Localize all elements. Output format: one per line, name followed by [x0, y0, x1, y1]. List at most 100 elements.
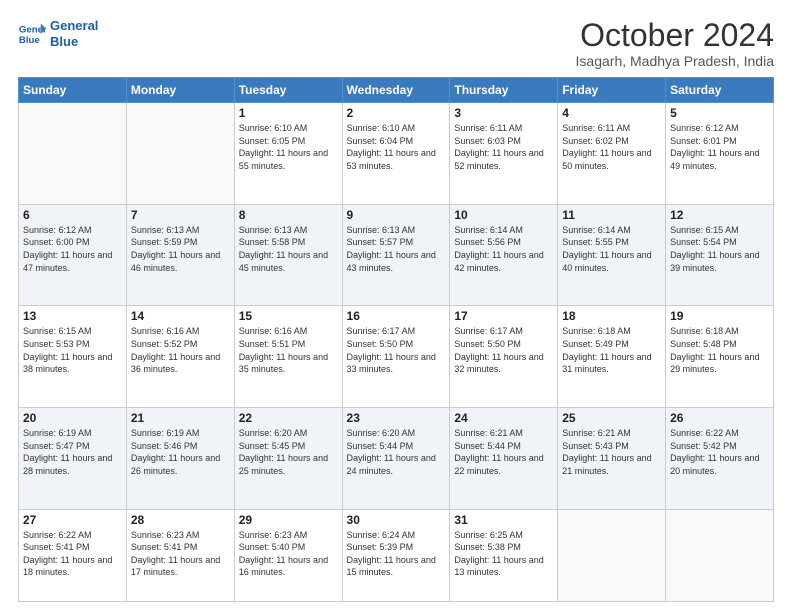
day-detail: Sunrise: 6:21 AMSunset: 5:43 PMDaylight:… — [562, 427, 661, 477]
day-detail: Sunrise: 6:15 AMSunset: 5:53 PMDaylight:… — [23, 325, 122, 375]
day-detail: Sunrise: 6:14 AMSunset: 5:55 PMDaylight:… — [562, 224, 661, 274]
calendar-cell: 1 Sunrise: 6:10 AMSunset: 6:05 PMDaylight… — [234, 103, 342, 205]
calendar-cell: 4 Sunrise: 6:11 AMSunset: 6:02 PMDaylight… — [558, 103, 666, 205]
calendar-week-row: 6Sunrise: 6:12 AMSunset: 6:00 PMDaylight… — [19, 204, 774, 306]
calendar-cell — [126, 103, 234, 205]
day-detail: Sunrise: 6:20 AMSunset: 5:45 PMDaylight:… — [239, 427, 338, 477]
day-detail: Sunrise: 6:13 AMSunset: 5:59 PMDaylight:… — [131, 224, 230, 274]
day-number: 8 — [239, 208, 338, 222]
calendar-cell: 17 Sunrise: 6:17 AMSunset: 5:50 PMDayligh… — [450, 306, 558, 408]
day-number: 17 — [454, 309, 553, 323]
day-detail: Sunrise: 6:25 AMSunset: 5:38 PMDaylight:… — [454, 529, 553, 579]
calendar-table: SundayMondayTuesdayWednesdayThursdayFrid… — [18, 77, 774, 602]
calendar-cell: 26 Sunrise: 6:22 AMSunset: 5:42 PMDayligh… — [666, 408, 774, 510]
day-detail: Sunrise: 6:23 AMSunset: 5:41 PMDaylight:… — [131, 529, 230, 579]
header: General Blue General Blue October 2024 I… — [18, 18, 774, 69]
calendar-cell: 12 Sunrise: 6:15 AMSunset: 5:54 PMDayligh… — [666, 204, 774, 306]
day-detail: Sunrise: 6:15 AMSunset: 5:54 PMDaylight:… — [670, 224, 769, 274]
day-number: 9 — [347, 208, 446, 222]
day-number: 26 — [670, 411, 769, 425]
day-number: 1 — [239, 106, 338, 120]
day-detail: Sunrise: 6:14 AMSunset: 5:56 PMDaylight:… — [454, 224, 553, 274]
day-detail: Sunrise: 6:13 AMSunset: 5:57 PMDaylight:… — [347, 224, 446, 274]
day-detail: Sunrise: 6:19 AMSunset: 5:47 PMDaylight:… — [23, 427, 122, 477]
calendar-cell: 31 Sunrise: 6:25 AMSunset: 5:38 PMDayligh… — [450, 509, 558, 601]
day-number: 22 — [239, 411, 338, 425]
calendar-cell: 3Sunrise: 6:11 AMSunset: 6:03 PMDaylight… — [450, 103, 558, 205]
day-number: 29 — [239, 513, 338, 527]
calendar-header-row: SundayMondayTuesdayWednesdayThursdayFrid… — [19, 78, 774, 103]
day-detail: Sunrise: 6:16 AMSunset: 5:52 PMDaylight:… — [131, 325, 230, 375]
logo-icon: General Blue — [18, 20, 46, 48]
day-detail: Sunrise: 6:12 AMSunset: 6:00 PMDaylight:… — [23, 224, 122, 274]
calendar-week-row: 1 Sunrise: 6:10 AMSunset: 6:05 PMDaylight… — [19, 103, 774, 205]
day-number: 2 — [347, 106, 446, 120]
day-number: 4 — [562, 106, 661, 120]
day-number: 19 — [670, 309, 769, 323]
day-number: 21 — [131, 411, 230, 425]
logo-text-general: General — [50, 18, 98, 34]
day-number: 12 — [670, 208, 769, 222]
day-number: 7 — [131, 208, 230, 222]
col-header-tuesday: Tuesday — [234, 78, 342, 103]
day-number: 30 — [347, 513, 446, 527]
logo-text-blue: Blue — [50, 34, 98, 50]
calendar-cell: 6Sunrise: 6:12 AMSunset: 6:00 PMDaylight… — [19, 204, 127, 306]
day-detail: Sunrise: 6:21 AMSunset: 5:44 PMDaylight:… — [454, 427, 553, 477]
calendar-cell: 10 Sunrise: 6:14 AMSunset: 5:56 PMDayligh… — [450, 204, 558, 306]
day-number: 24 — [454, 411, 553, 425]
col-header-wednesday: Wednesday — [342, 78, 450, 103]
calendar-cell: 29 Sunrise: 6:23 AMSunset: 5:40 PMDayligh… — [234, 509, 342, 601]
day-detail: Sunrise: 6:23 AMSunset: 5:40 PMDaylight:… — [239, 529, 338, 579]
calendar-cell: 11 Sunrise: 6:14 AMSunset: 5:55 PMDayligh… — [558, 204, 666, 306]
day-detail: Sunrise: 6:19 AMSunset: 5:46 PMDaylight:… — [131, 427, 230, 477]
calendar-cell — [19, 103, 127, 205]
day-detail: Sunrise: 6:12 AMSunset: 6:01 PMDaylight:… — [670, 122, 769, 172]
day-number: 18 — [562, 309, 661, 323]
calendar-week-row: 13 Sunrise: 6:15 AMSunset: 5:53 PMDayligh… — [19, 306, 774, 408]
day-number: 5 — [670, 106, 769, 120]
day-detail: Sunrise: 6:16 AMSunset: 5:51 PMDaylight:… — [239, 325, 338, 375]
calendar-cell: 23Sunrise: 6:20 AMSunset: 5:44 PMDayligh… — [342, 408, 450, 510]
calendar-cell: 21 Sunrise: 6:19 AMSunset: 5:46 PMDayligh… — [126, 408, 234, 510]
day-number: 10 — [454, 208, 553, 222]
calendar-cell: 27 Sunrise: 6:22 AMSunset: 5:41 PMDayligh… — [19, 509, 127, 601]
day-number: 13 — [23, 309, 122, 323]
col-header-monday: Monday — [126, 78, 234, 103]
day-number: 27 — [23, 513, 122, 527]
col-header-saturday: Saturday — [666, 78, 774, 103]
col-header-friday: Friday — [558, 78, 666, 103]
calendar-cell — [666, 509, 774, 601]
day-detail: Sunrise: 6:22 AMSunset: 5:41 PMDaylight:… — [23, 529, 122, 579]
day-number: 25 — [562, 411, 661, 425]
calendar-cell: 20 Sunrise: 6:19 AMSunset: 5:47 PMDayligh… — [19, 408, 127, 510]
col-header-sunday: Sunday — [19, 78, 127, 103]
day-detail: Sunrise: 6:22 AMSunset: 5:42 PMDaylight:… — [670, 427, 769, 477]
calendar-week-row: 27 Sunrise: 6:22 AMSunset: 5:41 PMDayligh… — [19, 509, 774, 601]
calendar-cell: 14 Sunrise: 6:16 AMSunset: 5:52 PMDayligh… — [126, 306, 234, 408]
day-detail: Sunrise: 6:11 AMSunset: 6:02 PMDaylight:… — [562, 122, 661, 172]
location-subtitle: Isagarh, Madhya Pradesh, India — [576, 53, 774, 69]
calendar-cell: 19Sunrise: 6:18 AMSunset: 5:48 PMDayligh… — [666, 306, 774, 408]
title-block: October 2024 Isagarh, Madhya Pradesh, In… — [576, 18, 774, 69]
day-number: 31 — [454, 513, 553, 527]
calendar-cell: 13 Sunrise: 6:15 AMSunset: 5:53 PMDayligh… — [19, 306, 127, 408]
day-detail: Sunrise: 6:18 AMSunset: 5:49 PMDaylight:… — [562, 325, 661, 375]
calendar-cell: 2Sunrise: 6:10 AMSunset: 6:04 PMDaylight… — [342, 103, 450, 205]
day-detail: Sunrise: 6:17 AMSunset: 5:50 PMDaylight:… — [347, 325, 446, 375]
day-number: 20 — [23, 411, 122, 425]
day-number: 23 — [347, 411, 446, 425]
calendar-week-row: 20 Sunrise: 6:19 AMSunset: 5:47 PMDayligh… — [19, 408, 774, 510]
calendar-cell: 7 Sunrise: 6:13 AMSunset: 5:59 PMDaylight… — [126, 204, 234, 306]
day-number: 28 — [131, 513, 230, 527]
calendar-cell: 18 Sunrise: 6:18 AMSunset: 5:49 PMDayligh… — [558, 306, 666, 408]
calendar-cell: 30Sunrise: 6:24 AMSunset: 5:39 PMDayligh… — [342, 509, 450, 601]
calendar-cell: 24 Sunrise: 6:21 AMSunset: 5:44 PMDayligh… — [450, 408, 558, 510]
day-number: 11 — [562, 208, 661, 222]
month-title: October 2024 — [576, 18, 774, 53]
day-number: 14 — [131, 309, 230, 323]
col-header-thursday: Thursday — [450, 78, 558, 103]
logo: General Blue General Blue — [18, 18, 98, 49]
day-detail: Sunrise: 6:17 AMSunset: 5:50 PMDaylight:… — [454, 325, 553, 375]
day-detail: Sunrise: 6:10 AMSunset: 6:05 PMDaylight:… — [239, 122, 338, 172]
